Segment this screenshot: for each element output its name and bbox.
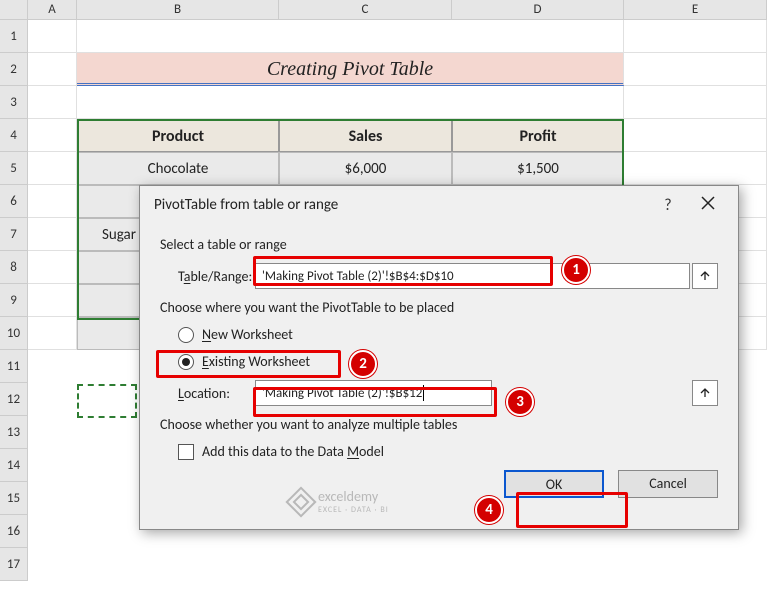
callout-1: 1 <box>562 256 590 284</box>
table-range-label: Table/Range: <box>160 268 255 285</box>
radio-new-label: New Worksheet <box>202 326 293 343</box>
range-picker-icon <box>699 387 711 399</box>
row-12[interactable]: 12 <box>0 383 28 416</box>
row-6[interactable]: 6 <box>0 185 28 218</box>
row-8[interactable]: 8 <box>0 251 28 284</box>
callout-3: 3 <box>506 388 534 416</box>
row-headers: 1 2 3 4 5 6 7 8 9 10 11 12 13 14 15 16 1… <box>0 20 28 581</box>
help-button[interactable]: ? <box>648 196 688 215</box>
section-multiple-tables: Choose whether you want to analyze multi… <box>160 416 718 433</box>
ok-button[interactable]: OK <box>504 470 604 498</box>
section-placement: Choose where you want the PivotTable to … <box>160 299 718 316</box>
column-headers: A B C D E <box>0 0 767 20</box>
row-7[interactable]: 7 <box>0 218 28 251</box>
col-C[interactable]: C <box>279 0 452 19</box>
radio-existing-worksheet[interactable]: Existing Worksheet <box>178 353 718 370</box>
row-14[interactable]: 14 <box>0 449 28 482</box>
callout-4: 4 <box>475 496 503 524</box>
dialog-titlebar[interactable]: PivotTable from table or range ? <box>140 186 738 224</box>
close-button[interactable] <box>688 196 728 215</box>
checkbox-icon <box>178 444 194 460</box>
row-16[interactable]: 16 <box>0 515 28 548</box>
target-cell-marquee <box>77 384 137 418</box>
row-2[interactable]: 2 <box>0 53 28 86</box>
radio-icon-checked <box>178 354 194 370</box>
row-3[interactable]: 3 <box>0 86 28 119</box>
row-9[interactable]: 9 <box>0 284 28 317</box>
collapse-dialog-button[interactable] <box>692 263 718 289</box>
select-all[interactable] <box>0 0 28 19</box>
checkbox-data-model[interactable]: Add this data to the Data Model <box>178 443 718 460</box>
checkbox-label: Add this data to the Data Model <box>202 443 384 460</box>
col-D[interactable]: D <box>452 0 624 19</box>
cancel-button[interactable]: Cancel <box>618 470 718 498</box>
range-picker-icon <box>699 270 711 282</box>
row-17[interactable]: 17 <box>0 548 28 581</box>
pivot-dialog: PivotTable from table or range ? Select … <box>139 185 739 530</box>
col-E[interactable]: E <box>624 0 767 19</box>
col-A[interactable]: A <box>28 0 77 19</box>
row-15[interactable]: 15 <box>0 482 28 515</box>
collapse-dialog-button-location[interactable] <box>692 380 718 406</box>
table-range-input[interactable]: 'Making Pivot Table (2)'!$B$4:$D$10 <box>255 263 690 289</box>
location-input[interactable]: 'Making Pivot Table (2)'!$B$12 <box>255 380 492 406</box>
row-1[interactable]: 1 <box>0 20 28 53</box>
radio-icon <box>178 327 194 343</box>
section-select-range: Select a table or range <box>160 236 718 253</box>
location-label: Location: <box>160 385 255 402</box>
row-11[interactable]: 11 <box>0 350 28 383</box>
sheet-title: Creating Pivot Table <box>77 53 624 86</box>
col-B[interactable]: B <box>77 0 279 19</box>
dialog-title: PivotTable from table or range <box>154 196 648 214</box>
row-5[interactable]: 5 <box>0 152 28 185</box>
row-13[interactable]: 13 <box>0 416 28 449</box>
row-10[interactable]: 10 <box>0 317 28 350</box>
radio-existing-label: Existing Worksheet <box>202 353 310 370</box>
radio-new-worksheet[interactable]: New Worksheet <box>178 326 718 343</box>
row-4[interactable]: 4 <box>0 119 28 152</box>
close-icon <box>701 196 715 210</box>
callout-2: 2 <box>349 350 377 378</box>
